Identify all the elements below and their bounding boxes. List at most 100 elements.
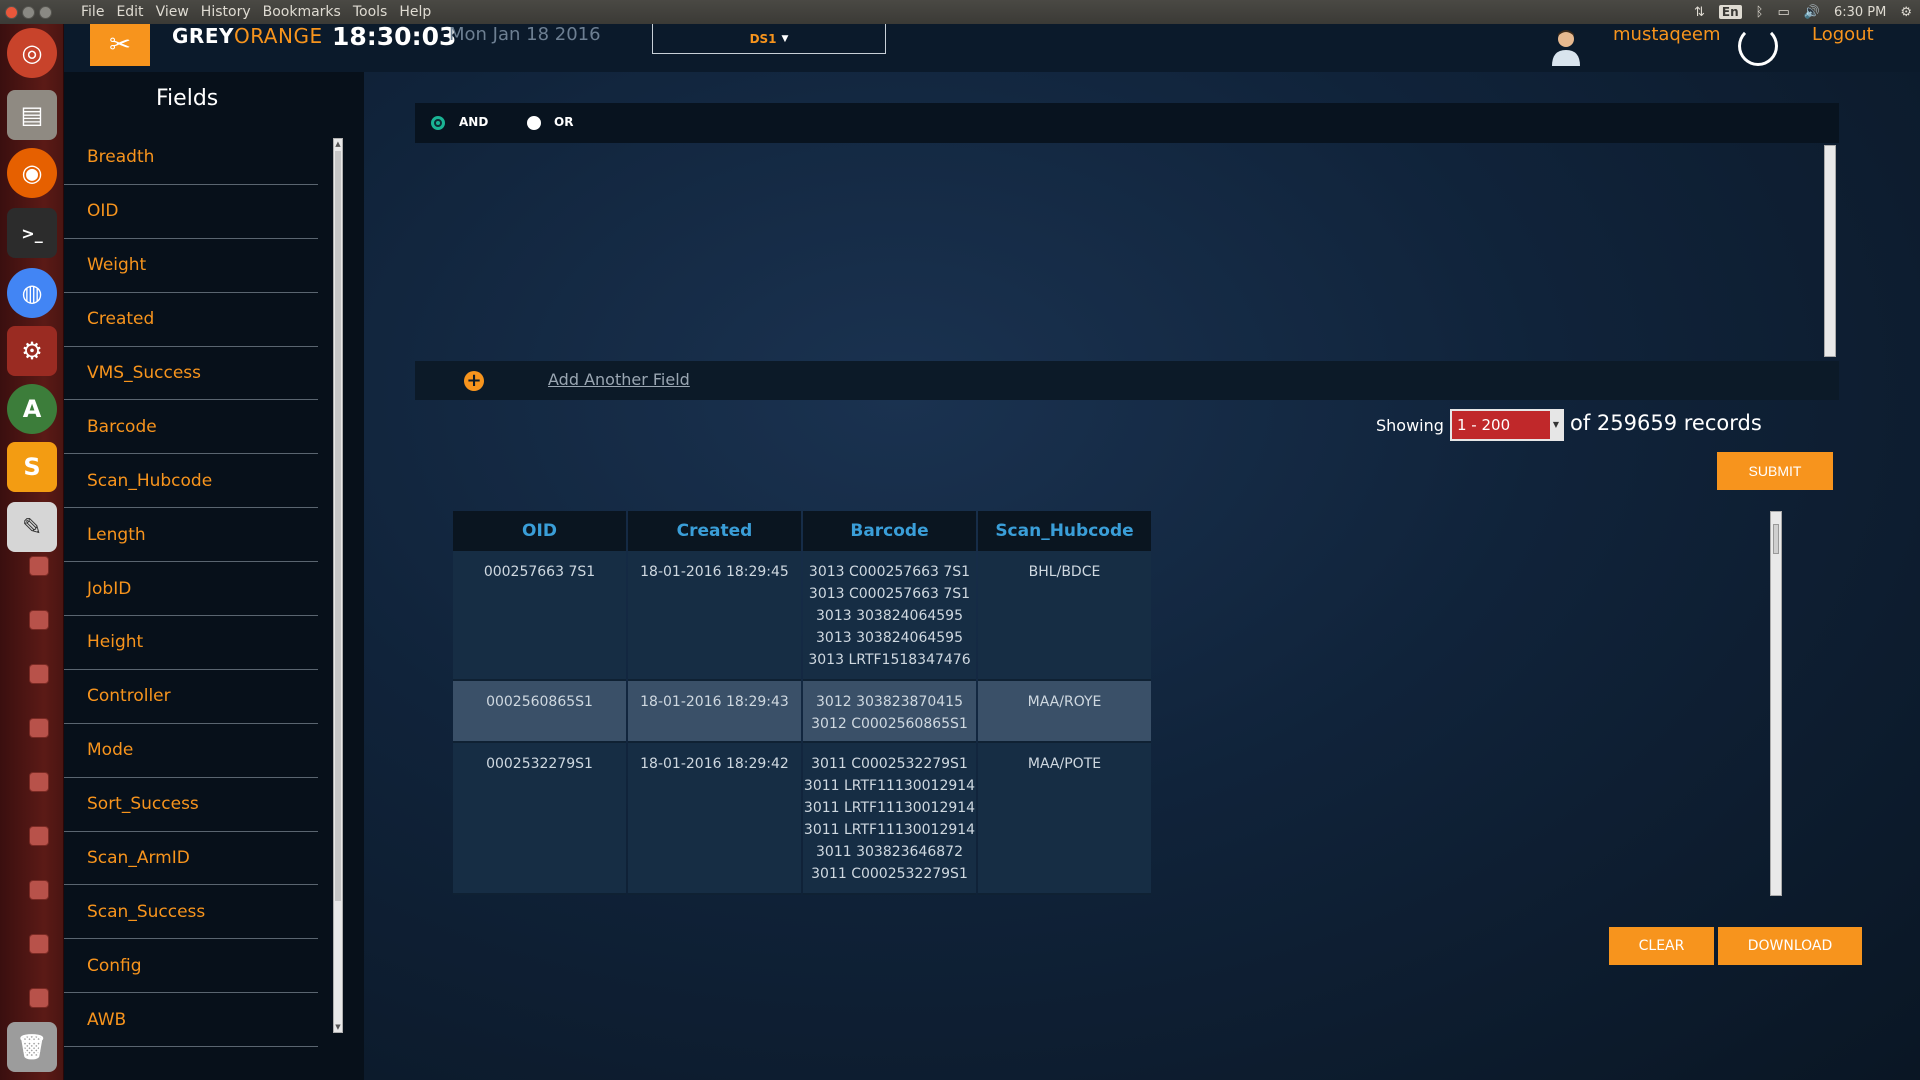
- ds-selector[interactable]: DS1 ▼: [652, 24, 886, 54]
- or-radio-label[interactable]: OR: [554, 115, 573, 129]
- window-maximize-button[interactable]: [39, 5, 52, 19]
- logout-link[interactable]: Logout: [1812, 24, 1874, 45]
- table-header-row: OID Created Barcode Scan_Hubcode: [453, 511, 1151, 551]
- results-scrollbar[interactable]: [1770, 511, 1782, 896]
- username[interactable]: mustaqeem: [1613, 24, 1721, 45]
- terminal-icon[interactable]: >_: [7, 208, 57, 258]
- add-another-field-link[interactable]: Add Another Field: [548, 370, 690, 389]
- field-item-oid[interactable]: OID: [64, 185, 318, 239]
- field-item-barcode[interactable]: Barcode: [64, 400, 318, 455]
- menu-help[interactable]: Help: [399, 4, 431, 20]
- launcher-placeholder-icon[interactable]: [29, 826, 49, 846]
- field-item-sort-success[interactable]: Sort_Success: [64, 778, 318, 832]
- system-settings-icon[interactable]: ⚙: [7, 326, 57, 376]
- brand-grey: GREY: [172, 24, 234, 48]
- text-editor-icon[interactable]: ✎: [7, 502, 57, 552]
- results-panel: OID Created Barcode Scan_Hubcode 0002576…: [432, 501, 1804, 906]
- field-item-awb[interactable]: AWB: [64, 993, 318, 1048]
- add-field-plus-icon[interactable]: +: [464, 371, 484, 391]
- trash-icon[interactable]: 🗑: [7, 1022, 57, 1072]
- system-gear-icon[interactable]: ⚙: [1900, 5, 1912, 20]
- keyboard-layout-indicator[interactable]: En: [1718, 5, 1742, 19]
- table-row[interactable]: 000257663 7S1 18-01-2016 18:29:45 3013 C…: [453, 551, 1151, 681]
- menu-bookmarks[interactable]: Bookmarks: [263, 4, 341, 20]
- menu-edit[interactable]: Edit: [116, 4, 143, 20]
- logic-operator-bar: AND OR: [415, 103, 1839, 143]
- cell-created: 18-01-2016 18:29:45: [628, 551, 801, 681]
- and-radio-label[interactable]: AND: [459, 115, 488, 129]
- or-radio[interactable]: [527, 116, 541, 130]
- sidebar-scroll-thumb[interactable]: [335, 151, 341, 901]
- launcher-placeholder-icon[interactable]: [29, 664, 49, 684]
- menu-file[interactable]: File: [81, 4, 104, 20]
- bluetooth-icon[interactable]: ᛒ: [1756, 5, 1764, 20]
- network-icon[interactable]: ⇅: [1694, 5, 1705, 20]
- field-item-scan-success[interactable]: Scan_Success: [64, 885, 318, 940]
- results-scroll-thumb[interactable]: [1773, 524, 1779, 554]
- launcher-placeholder-icon[interactable]: [29, 718, 49, 738]
- field-item-config[interactable]: Config: [64, 939, 318, 994]
- submit-button[interactable]: SUBMIT: [1717, 452, 1833, 490]
- column-header-barcode[interactable]: Barcode: [803, 511, 976, 551]
- scroll-up-arrow-icon[interactable]: ▲: [334, 139, 342, 149]
- barcode-line: 3012 303823870415: [816, 694, 963, 710]
- menu-view[interactable]: View: [156, 4, 189, 20]
- field-list: Breadth OID Weight Created VMS_Success B…: [64, 131, 318, 1048]
- barcode-line: 3013 C000257663 7S1: [808, 586, 971, 602]
- field-item-jobid[interactable]: JobID: [64, 562, 318, 617]
- file-manager-icon[interactable]: ▤: [7, 90, 57, 140]
- software-updater-icon[interactable]: A: [7, 384, 57, 434]
- field-item-controller[interactable]: Controller: [64, 670, 318, 724]
- window-close-button[interactable]: [5, 5, 18, 19]
- launcher-placeholder-icon[interactable]: [29, 934, 49, 954]
- column-header-oid[interactable]: OID: [453, 511, 626, 551]
- app-menu: File Edit View History Bookmarks Tools H…: [81, 4, 431, 20]
- window-minimize-button[interactable]: [22, 5, 35, 19]
- scroll-down-arrow-icon[interactable]: ▼: [334, 1022, 342, 1032]
- launcher-placeholder-icon[interactable]: [29, 556, 49, 576]
- cell-barcode: 3012 303823870415 3012 C0002560865S1: [803, 681, 976, 743]
- table-row[interactable]: 0002532279S1 18-01-2016 18:29:42 3011 C0…: [453, 743, 1151, 895]
- table-row[interactable]: 0002560865S1 18-01-2016 18:29:43 3012 30…: [453, 681, 1151, 743]
- column-header-created[interactable]: Created: [628, 511, 801, 551]
- launcher-placeholder-icon[interactable]: [29, 880, 49, 900]
- field-item-scan-hubcode[interactable]: Scan_Hubcode: [64, 454, 318, 509]
- launcher-placeholder-icon[interactable]: [29, 988, 49, 1008]
- field-item-mode[interactable]: Mode: [64, 724, 318, 778]
- tray-clock[interactable]: 6:30 PM: [1834, 5, 1886, 20]
- results-table: OID Created Barcode Scan_Hubcode 0002576…: [451, 511, 1153, 895]
- header-clock: 18:30:03: [332, 22, 457, 51]
- field-item-scan-armid[interactable]: Scan_ArmID: [64, 832, 318, 886]
- download-button[interactable]: DOWNLOAD: [1718, 927, 1862, 965]
- menu-tools[interactable]: Tools: [353, 4, 388, 20]
- records-range-select[interactable]: 1 - 200 ▼: [1450, 409, 1564, 441]
- user-avatar-icon[interactable]: [1546, 26, 1586, 66]
- window-controls: [5, 5, 81, 19]
- clear-button[interactable]: CLEAR: [1609, 927, 1714, 965]
- launcher-placeholder-icon[interactable]: [29, 610, 49, 630]
- volume-icon[interactable]: 🔊: [1804, 5, 1820, 20]
- barcode-line: 3013 LRTF1518347476: [808, 652, 971, 668]
- field-item-height[interactable]: Height: [64, 616, 318, 670]
- field-item-weight[interactable]: Weight: [64, 239, 318, 293]
- firefox-icon[interactable]: ◉: [7, 148, 57, 198]
- menu-history[interactable]: History: [201, 4, 251, 20]
- sublime-text-icon[interactable]: S: [7, 442, 57, 492]
- sidebar-scrollbar[interactable]: ▲ ▼: [333, 138, 343, 1033]
- records-range-value: 1 - 200: [1457, 416, 1511, 434]
- field-item-breadth[interactable]: Breadth: [64, 131, 318, 185]
- column-header-scan-hubcode[interactable]: Scan_Hubcode: [978, 511, 1151, 551]
- query-panel: AND OR + Add Another Field: [415, 103, 1839, 400]
- field-item-vms-success[interactable]: VMS_Success: [64, 347, 318, 401]
- battery-icon[interactable]: ▭: [1777, 5, 1789, 20]
- barcode-line: 3011 LRTF11130012914: [803, 778, 976, 794]
- dropdown-arrow-icon[interactable]: ▼: [1550, 411, 1562, 439]
- barcode-line: 3011 C0002532279S1: [811, 756, 968, 772]
- field-item-length[interactable]: Length: [64, 508, 318, 563]
- ubuntu-dash-icon[interactable]: ◎: [7, 28, 57, 78]
- field-item-created[interactable]: Created: [64, 293, 318, 347]
- and-radio[interactable]: [431, 116, 445, 130]
- chrome-icon[interactable]: ◍: [7, 268, 57, 318]
- launcher-placeholder-icon[interactable]: [29, 772, 49, 792]
- query-scrollbar[interactable]: [1824, 145, 1836, 357]
